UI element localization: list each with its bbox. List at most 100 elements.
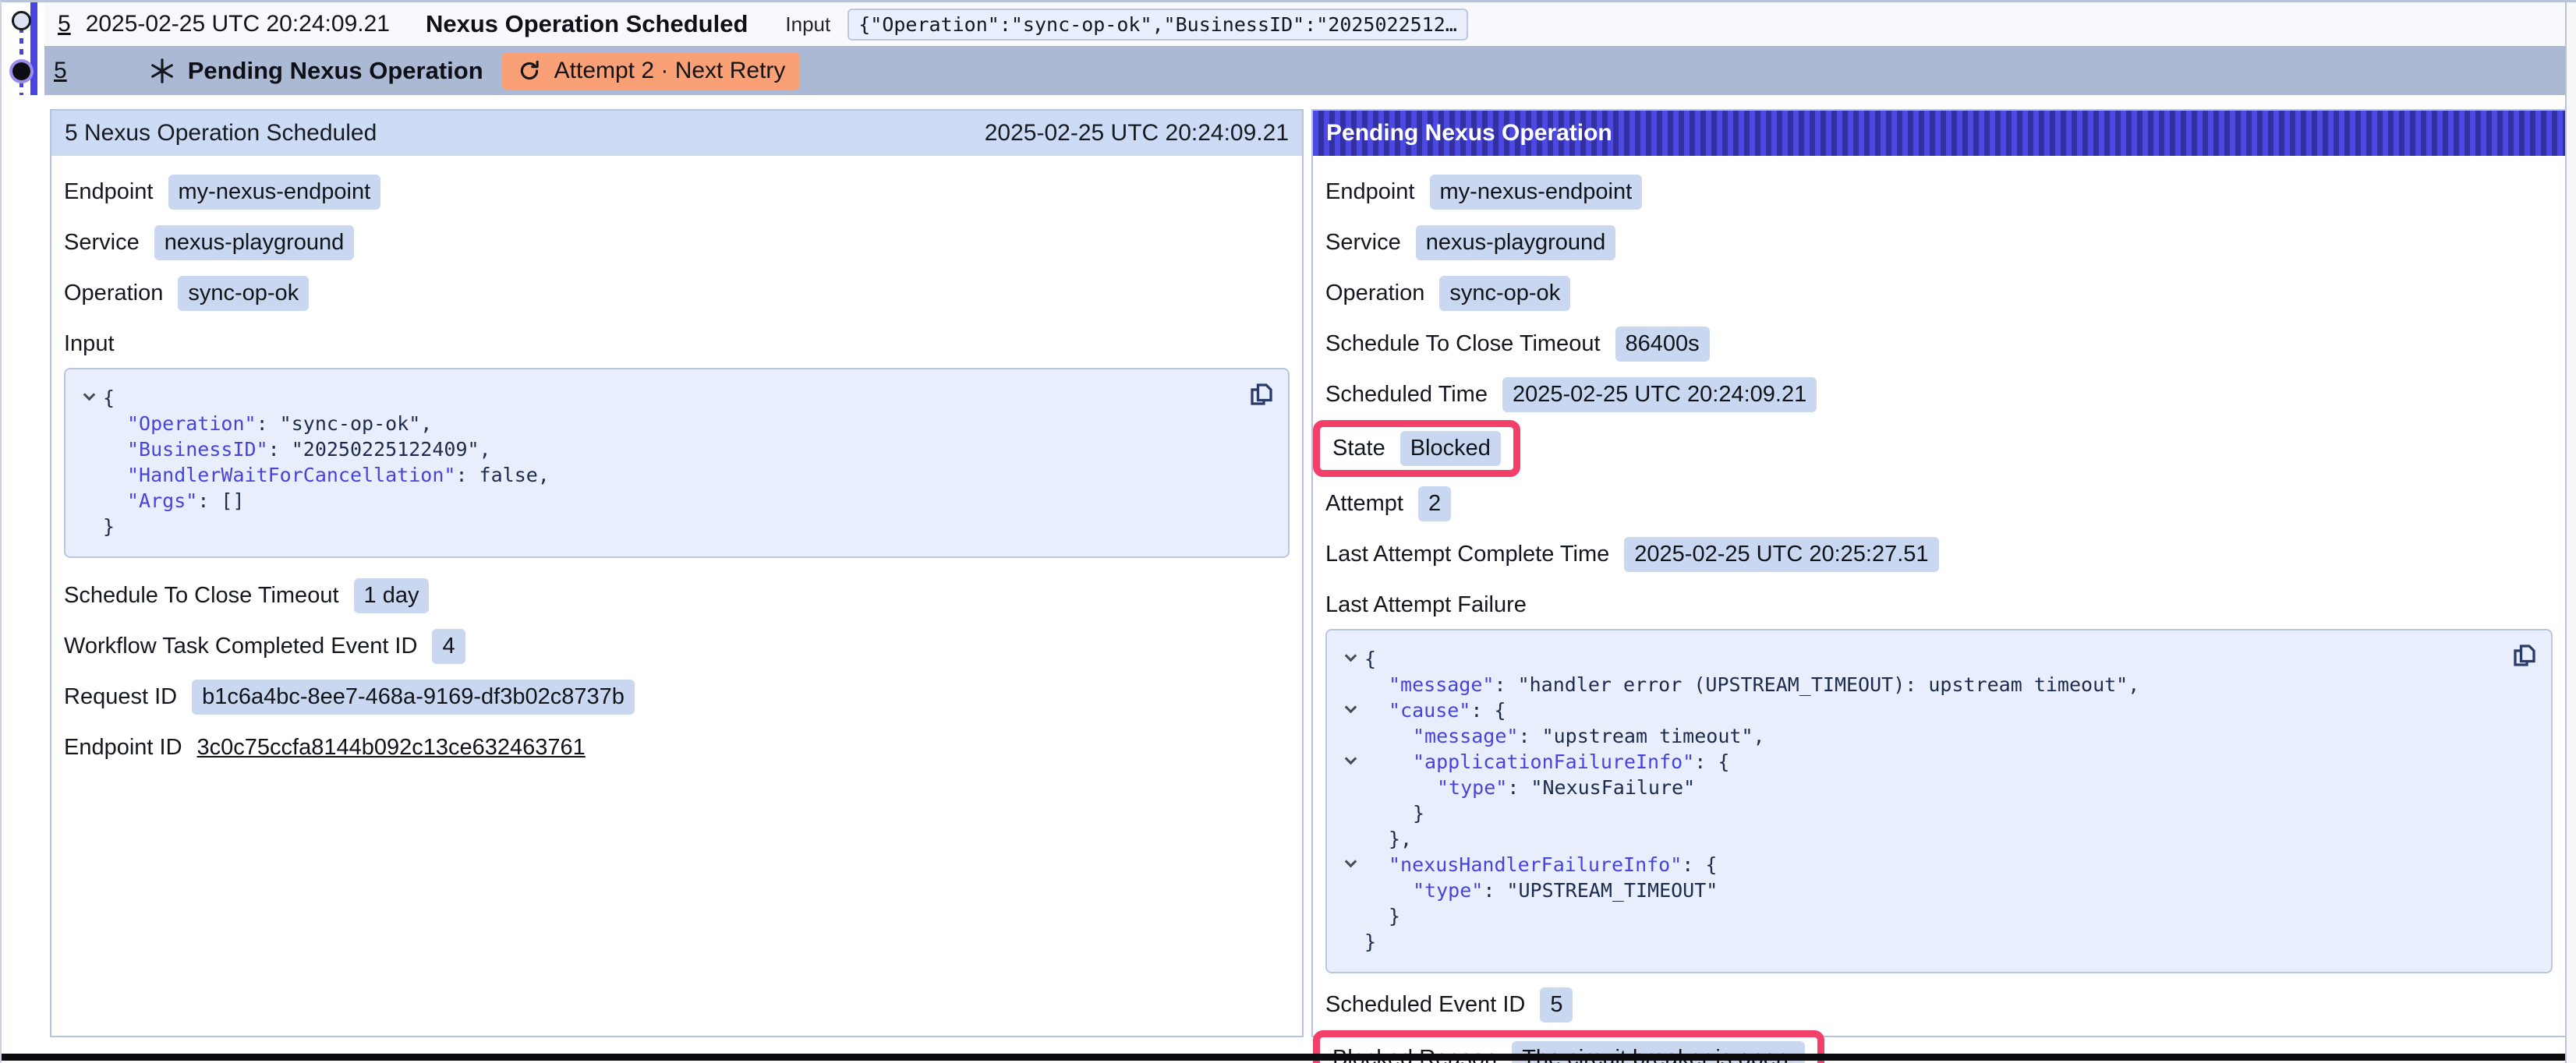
nexus-event-details-screen: 5 2025-02-25 UTC 20:24:09.21 Nexus Opera…: [0, 0, 2576, 1063]
field-label: Endpoint ID: [64, 735, 182, 761]
timeline-node-open-icon: [12, 11, 31, 30]
endpoint-id-link[interactable]: 3c0c75ccfa8144b092c13ce632463761: [197, 735, 586, 761]
field-scheduled-event-id: Scheduled Event ID 5: [1325, 987, 2553, 1022]
field-endpoint: Endpoint my-nexus-endpoint: [1325, 175, 2553, 210]
field-label: Request ID: [64, 684, 177, 710]
event-timestamp: 2025-02-25 UTC 20:24:09.21: [86, 11, 390, 37]
state-field-row: State Blocked: [1325, 420, 2553, 477]
panel-timestamp: 2025-02-25 UTC 20:24:09.21: [985, 120, 1289, 147]
field-value-badge: 2025-02-25 UTC 20:24:09.21: [1502, 377, 1817, 412]
pending-asterisk-icon: [148, 57, 176, 85]
field-value-badge: 86400s: [1615, 327, 1710, 362]
input-json-viewer: { "Operation": "sync-op-ok", "BusinessID…: [64, 368, 1290, 558]
event-row-nexus-operation-scheduled[interactable]: 5 2025-02-25 UTC 20:24:09.21 Nexus Opera…: [44, 2, 2565, 46]
code-line: },: [1336, 826, 2504, 852]
json-collapse-chevron-icon[interactable]: [1344, 650, 1357, 662]
json-collapse-chevron-icon[interactable]: [1344, 753, 1357, 765]
field-label: Schedule To Close Timeout: [1325, 331, 1601, 357]
field-value-badge: 4: [432, 629, 465, 664]
retry-badge-label: Attempt 2 · Next Retry: [554, 58, 786, 84]
field-operation: Operation sync-op-ok: [1325, 276, 2553, 311]
json-collapse-chevron-icon[interactable]: [83, 389, 95, 401]
field-value-badge: nexus-playground: [154, 225, 355, 260]
event-history-rows: 5 2025-02-25 UTC 20:24:09.21 Nexus Opera…: [2, 2, 2565, 95]
event-title: Nexus Operation Scheduled: [426, 10, 748, 38]
event-id-link[interactable]: 5: [54, 58, 67, 84]
field-endpoint-id: Endpoint ID 3c0c75ccfa8144b092c13ce63246…: [64, 730, 1290, 765]
copy-icon[interactable]: [1247, 380, 1276, 408]
input-json-preview-badge[interactable]: {"Operation":"sync-op-ok","BusinessID":"…: [847, 9, 1468, 41]
code-line: "message": "upstream timeout",: [1336, 723, 2504, 749]
pending-operation-panel: Pending Nexus Operation Endpoint my-nexu…: [1311, 109, 2567, 1037]
field-value-badge: my-nexus-endpoint: [1430, 175, 1643, 210]
pending-panel-body: Endpoint my-nexus-endpoint Service nexus…: [1313, 156, 2565, 1063]
field-schedule-to-close-timeout: Schedule To Close Timeout 1 day: [64, 578, 1290, 613]
field-value-badge: 1 day: [354, 578, 430, 613]
json-collapse-chevron-icon[interactable]: [1344, 701, 1357, 714]
timeline-node-current-icon: [12, 62, 30, 80]
code-line: }: [1336, 903, 2504, 929]
panel-title: 5 Nexus Operation Scheduled: [65, 120, 377, 147]
state-highlight-box: State Blocked: [1313, 420, 1520, 477]
field-value-badge: sync-op-ok: [178, 276, 309, 311]
panel-title: Pending Nexus Operation: [1326, 120, 1612, 147]
field-label: Endpoint: [1325, 179, 1415, 205]
pending-panel-header: Pending Nexus Operation: [1313, 111, 2565, 156]
field-service: Service nexus-playground: [64, 225, 1290, 260]
field-value-badge: 5: [1540, 987, 1573, 1022]
scheduled-panel-body: Endpoint my-nexus-endpoint Service nexus…: [51, 156, 1302, 765]
code-line: "type": "NexusFailure": [1336, 775, 2504, 800]
field-value-badge: my-nexus-endpoint: [168, 175, 381, 210]
field-value-badge: 2025-02-25 UTC 20:25:27.51: [1624, 537, 1938, 572]
field-operation: Operation sync-op-ok: [64, 276, 1290, 311]
field-workflow-task-completed-event-id: Workflow Task Completed Event ID 4: [64, 629, 1290, 664]
field-label: Attempt: [1325, 491, 1403, 517]
state-value-badge: Blocked: [1400, 431, 1501, 466]
retry-status-badge: Attempt 2 · Next Retry: [502, 52, 801, 90]
field-scheduled-time: Scheduled Time 2025-02-25 UTC 20:24:09.2…: [1325, 377, 2553, 412]
field-service: Service nexus-playground: [1325, 225, 2553, 260]
copy-icon[interactable]: [2511, 641, 2539, 669]
field-request-id: Request ID b1c6a4bc-8ee7-468a-9169-df3b0…: [64, 680, 1290, 715]
code-line: {: [1336, 646, 2504, 672]
field-label: Workflow Task Completed Event ID: [64, 634, 417, 659]
field-endpoint: Endpoint my-nexus-endpoint: [64, 175, 1290, 210]
code-line: "applicationFailureInfo": {: [1336, 749, 2504, 775]
event-timeline-gutter: [2, 2, 44, 95]
input-label: Input: [785, 12, 830, 37]
field-value-badge: nexus-playground: [1416, 225, 1616, 260]
scheduled-panel-header: 5 Nexus Operation Scheduled 2025-02-25 U…: [51, 111, 1302, 156]
code-line: "nexusHandlerFailureInfo": {: [1336, 852, 2504, 878]
scheduled-event-panel: 5 Nexus Operation Scheduled 2025-02-25 U…: [50, 109, 1304, 1037]
event-row-pending-nexus-operation[interactable]: 5 Pending Nexus Operation Attempt 2 · Ne…: [44, 46, 2565, 95]
field-label: Operation: [1325, 281, 1424, 306]
last-attempt-failure-label: Last Attempt Failure: [1325, 592, 2553, 618]
window-bottom-edge: [2, 1054, 2565, 1061]
last-attempt-failure-json-viewer: { "message": "handler error (UPSTREAM_TI…: [1325, 629, 2553, 973]
json-collapse-chevron-icon[interactable]: [1344, 856, 1357, 868]
code-line: "Operation": "sync-op-ok",: [75, 411, 1241, 436]
selection-indicator-bar: [30, 2, 37, 95]
code-line: "HandlerWaitForCancellation": false,: [75, 462, 1241, 488]
field-last-attempt-complete-time: Last Attempt Complete Time 2025-02-25 UT…: [1325, 537, 2553, 572]
field-label: Last Attempt Complete Time: [1325, 542, 1609, 567]
field-label: Operation: [64, 281, 163, 306]
input-section-label: Input: [64, 331, 1290, 357]
code-line: "Args": []: [75, 488, 1241, 514]
field-label: Scheduled Event ID: [1325, 992, 1525, 1018]
code-line: }: [1336, 800, 2504, 826]
field-value-badge: b1c6a4bc-8ee7-468a-9169-df3b02c8737b: [192, 680, 635, 715]
field-label: Endpoint: [64, 179, 154, 205]
field-label: Service: [64, 230, 140, 256]
field-label: State: [1332, 436, 1385, 461]
code-line: }: [1336, 929, 2504, 955]
field-schedule-to-close-timeout: Schedule To Close Timeout 86400s: [1325, 327, 2553, 362]
code-line: "BusinessID": "20250225122409",: [75, 436, 1241, 462]
field-label: Scheduled Time: [1325, 382, 1488, 408]
code-line: "message": "handler error (UPSTREAM_TIME…: [1336, 672, 2504, 697]
field-label: Service: [1325, 230, 1401, 256]
event-id-link[interactable]: 5: [58, 11, 71, 37]
vertical-scrollbar-track[interactable]: [2565, 2, 2576, 1063]
retry-icon: [517, 58, 542, 83]
code-line: }: [75, 514, 1241, 539]
